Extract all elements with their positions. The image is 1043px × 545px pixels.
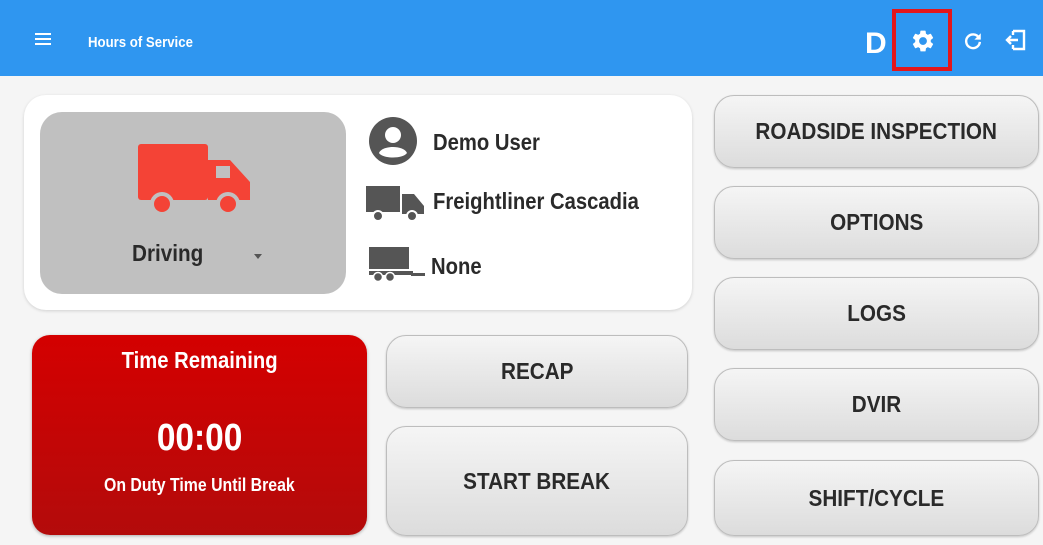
- settings-button[interactable]: [892, 9, 952, 71]
- time-remaining-subtitle: On Duty Time Until Break: [104, 475, 295, 495]
- refresh-icon[interactable]: [962, 30, 984, 52]
- vehicle-icon: [366, 186, 424, 222]
- options-button[interactable]: OPTIONS: [714, 186, 1039, 259]
- logs-button[interactable]: LOGS: [714, 277, 1039, 350]
- trailer-name: None: [431, 253, 482, 279]
- recap-button[interactable]: RECAP: [386, 335, 688, 408]
- logout-icon[interactable]: [1004, 28, 1028, 52]
- gear-icon: [912, 30, 934, 52]
- start-break-button[interactable]: START BREAK: [386, 426, 688, 536]
- time-remaining-card: Time Remaining 00:00 On Duty Time Until …: [32, 335, 367, 535]
- duty-status-selector[interactable]: Driving: [40, 112, 346, 294]
- account-icon: [369, 117, 417, 165]
- time-remaining-title: Time Remaining: [121, 347, 278, 373]
- truck-icon: [138, 144, 250, 216]
- dvir-button[interactable]: DVIR: [714, 368, 1039, 441]
- page-title: Hours of Service: [88, 34, 193, 51]
- duty-status-label: Driving: [132, 240, 204, 266]
- trailer-icon: [369, 247, 425, 283]
- duty-status-letter[interactable]: D: [865, 24, 887, 64]
- roadside-inspection-button[interactable]: ROADSIDE INSPECTION: [714, 95, 1039, 168]
- dropdown-arrow-icon: [254, 254, 262, 259]
- user-name: Demo User: [433, 129, 540, 155]
- time-remaining-value: 00:00: [156, 417, 243, 459]
- vehicle-name: Freightliner Cascadia: [433, 188, 639, 214]
- shift-cycle-button[interactable]: SHIFT/CYCLE: [714, 460, 1039, 536]
- app-bar: Hours of Service D: [0, 0, 1043, 76]
- menu-icon[interactable]: [35, 33, 51, 45]
